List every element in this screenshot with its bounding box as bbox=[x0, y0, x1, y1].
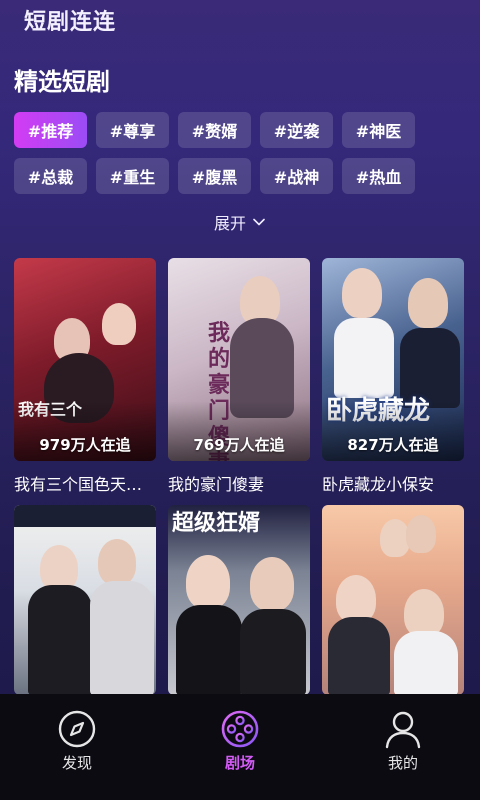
drama-poster[interactable] bbox=[322, 505, 464, 695]
tab-mine-label: 我的 bbox=[387, 754, 418, 772]
expand-label: 展开 bbox=[213, 214, 246, 233]
film-reel-icon bbox=[221, 710, 259, 748]
poster-title: 超级狂婿 bbox=[172, 510, 261, 536]
drama-poster[interactable]: 我有三个 979万人在追 bbox=[14, 258, 156, 461]
drama-title: 卧虎藏龙小保安 bbox=[322, 475, 435, 494]
tag-filter-grid: #推荐 #尊享 #赘婿 #逆袭 #神医 #总裁 #重生 #腹黑 #战神 #热血 bbox=[14, 112, 474, 194]
drama-card[interactable] bbox=[322, 505, 464, 695]
tag-premium[interactable]: #尊享 bbox=[96, 112, 169, 148]
viewer-count: 769万人在追 bbox=[193, 436, 285, 454]
tag-war-god[interactable]: #战神 bbox=[260, 158, 333, 194]
tag-recommend[interactable]: #推荐 bbox=[14, 112, 87, 148]
expand-tags-button[interactable]: 展开 bbox=[0, 210, 480, 234]
app-title: 短剧连连 bbox=[24, 10, 117, 35]
viewer-count: 827万人在追 bbox=[347, 436, 439, 454]
drama-poster[interactable]: 我的豪门傻妻 769万人在追 bbox=[168, 258, 310, 461]
tab-theater[interactable]: 剧场 bbox=[200, 708, 280, 800]
drama-grid: 我有三个 979万人在追 我有三个国色天香的... 我的豪门傻妻 769万人在追… bbox=[14, 258, 472, 695]
tag-counterattack[interactable]: #逆袭 bbox=[260, 112, 333, 148]
viewer-count: 979万人在追 bbox=[39, 436, 131, 454]
drama-card[interactable]: 我的豪门傻妻 769万人在追 我的豪门傻妻 bbox=[168, 258, 310, 495]
person-icon bbox=[385, 711, 421, 749]
drama-poster[interactable]: 超级狂婿 bbox=[168, 505, 310, 695]
tag-miracle-doctor[interactable]: #神医 bbox=[342, 112, 415, 148]
drama-title: 我的豪门傻妻 bbox=[168, 475, 265, 494]
section-title: 精选短剧 bbox=[14, 68, 110, 96]
tag-scheming[interactable]: #腹黑 bbox=[178, 158, 251, 194]
tag-son-in-law[interactable]: #赘婿 bbox=[178, 112, 251, 148]
drama-poster[interactable] bbox=[14, 505, 156, 695]
bottom-tab-bar: 发现 剧场 我的 bbox=[0, 694, 480, 800]
drama-card[interactable]: 我有三个 979万人在追 我有三个国色天香的... bbox=[14, 258, 156, 495]
drama-poster[interactable]: 卧虎藏龙 827万人在追 bbox=[322, 258, 464, 461]
tag-rebirth[interactable]: #重生 bbox=[96, 158, 169, 194]
compass-icon bbox=[58, 710, 96, 748]
tag-passion[interactable]: #热血 bbox=[342, 158, 415, 194]
drama-card[interactable]: 卧虎藏龙 827万人在追 卧虎藏龙小保安 bbox=[322, 258, 464, 495]
tab-discover-label: 发现 bbox=[61, 754, 92, 772]
drama-card[interactable] bbox=[14, 505, 156, 695]
drama-title: 我有三个国色天香的... bbox=[14, 475, 156, 494]
tab-theater-label: 剧场 bbox=[224, 754, 255, 772]
drama-card[interactable]: 超级狂婿 bbox=[168, 505, 310, 695]
tab-mine[interactable]: 我的 bbox=[363, 708, 443, 800]
tab-discover[interactable]: 发现 bbox=[37, 708, 117, 800]
tag-ceo[interactable]: #总裁 bbox=[14, 158, 87, 194]
chevron-down-icon bbox=[253, 218, 265, 226]
